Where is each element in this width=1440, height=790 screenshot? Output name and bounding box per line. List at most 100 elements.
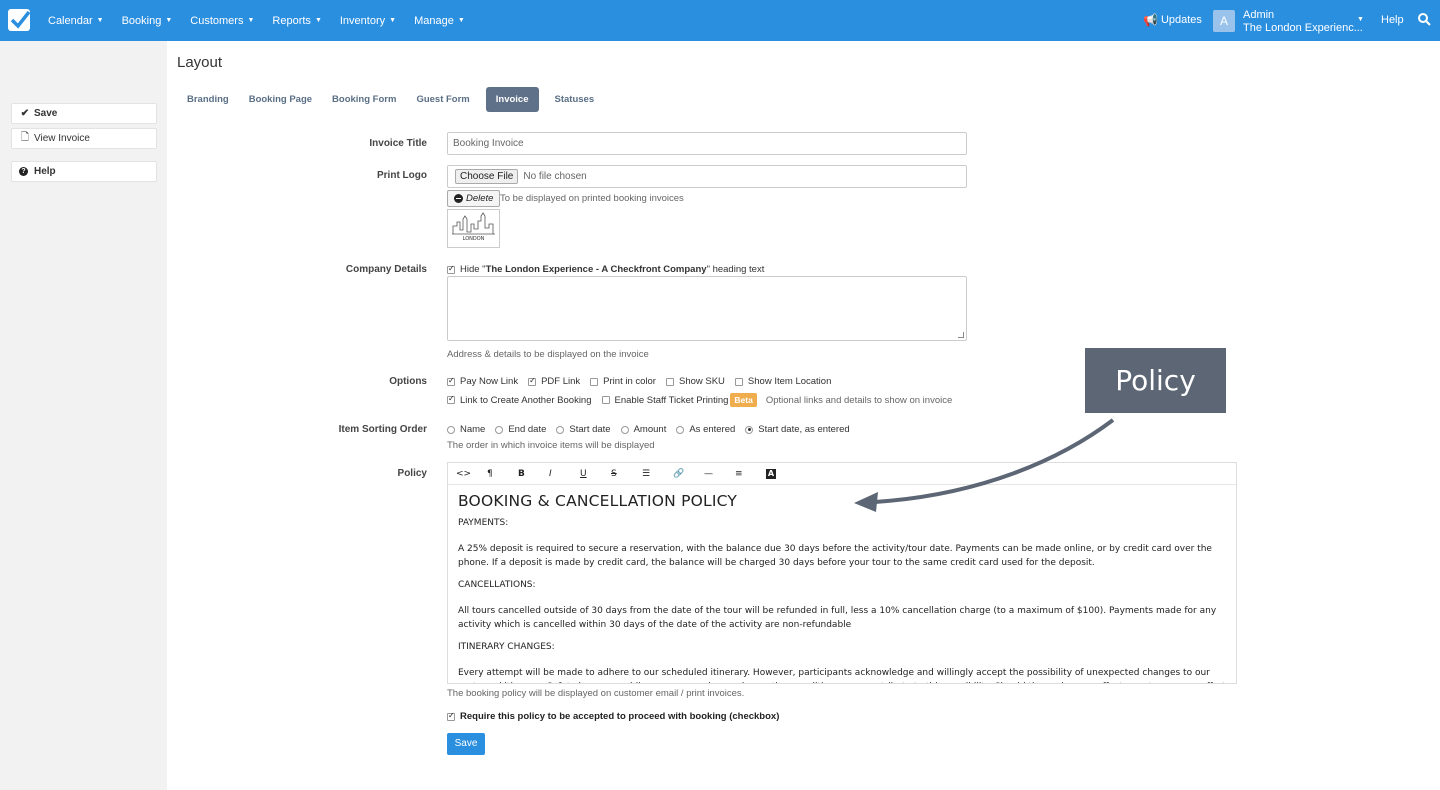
nav-reports[interactable]: Reports ▼ [272,15,321,27]
checkbox[interactable] [734,377,743,386]
sorting-hint: The order in which invoice items will be… [447,440,655,451]
itinerary-text: Every attempt will be made to adhere to … [458,668,1226,683]
option-pay-now-link[interactable]: Pay Now Link [447,376,518,387]
radio[interactable] [556,425,565,434]
sort-as-entered[interactable]: As entered [676,424,735,435]
delete-label: Delete [466,193,494,204]
save-button[interactable]: Save [447,733,485,755]
options-row-1: Pay Now Link PDF Link Print in color Sho… [447,376,841,387]
radio[interactable] [745,425,754,434]
sort-end-date[interactable]: End date [495,424,546,435]
option-show-item-location[interactable]: Show Item Location [734,376,831,387]
nav-calendar[interactable]: Calendar ▼ [48,15,104,27]
underline-icon[interactable]: U [580,469,611,479]
options-row-2: Link to Create Another Booking Enable St… [447,393,952,407]
nav-booking[interactable]: Booking ▼ [122,15,173,27]
tab-booking-page[interactable]: Booking Page [239,87,322,112]
policy-callout: Policy [1085,348,1226,413]
resize-handle-icon[interactable] [958,332,964,338]
sidebar-help-button[interactable]: ? Help [11,161,157,182]
paragraph-icon[interactable]: ¶ [487,469,518,479]
help-link[interactable]: Help [1381,14,1404,26]
logo-thumbnail: LONDON [447,209,500,248]
link-icon[interactable]: 🔗 [673,469,704,479]
option-link-create-booking[interactable]: Link to Create Another Booking [447,394,592,406]
caret-down-icon: ▼ [457,17,465,24]
sort-name[interactable]: Name [447,424,485,435]
invoice-title-input[interactable]: Booking Invoice [447,132,967,155]
company-details-textarea[interactable] [447,276,967,341]
tab-statuses[interactable]: Statuses [545,87,605,112]
bold-icon[interactable]: B [518,469,549,479]
caret-down-icon: ▼ [165,17,173,24]
option-pdf-link[interactable]: PDF Link [528,376,580,387]
nav-label: Inventory [339,14,386,27]
caret-down-icon[interactable]: ▼ [1357,16,1364,23]
option-label: Print in color [603,376,656,387]
user-company[interactable]: The London Experienc... [1243,22,1363,34]
invoice-title-label: Invoice Title [369,138,427,149]
logo-hint: To be displayed on printed booking invoi… [500,193,684,204]
horizontal-rule-icon[interactable]: — [704,469,735,479]
tab-branding[interactable]: Branding [177,87,239,112]
sort-label: As entered [689,424,736,435]
radio[interactable] [676,425,685,434]
beta-badge: Beta [730,393,757,407]
nav-label: Customers [190,14,244,27]
minus-circle-icon [454,194,463,203]
itinerary-heading: ITINERARY CHANGES: [458,642,555,652]
sidebar: ✔ Save 🗋 View Invoice ? Help [0,41,167,790]
sort-start-date[interactable]: Start date [556,424,611,435]
require-policy-option[interactable]: Require this policy to be accepted to pr… [447,711,779,722]
font-color-icon[interactable]: A [766,468,797,479]
nav-manage[interactable]: Manage ▼ [414,15,465,27]
sort-amount[interactable]: Amount [620,424,666,435]
code-view-icon[interactable]: <> [456,469,487,479]
search-icon[interactable] [1418,13,1431,29]
sorting-label: Item Sorting Order [338,424,427,435]
delete-logo-button[interactable]: Delete [447,190,501,207]
radio[interactable] [620,425,629,434]
sidebar-save-button[interactable]: ✔ Save [11,103,157,124]
option-show-sku[interactable]: Show SKU [665,376,725,387]
print-logo-label: Print Logo [377,170,427,181]
nav-label: Reports [272,14,311,27]
document-icon: 🗋 [20,132,30,143]
checkbox[interactable] [447,394,455,404]
checkbox[interactable] [528,376,537,386]
print-logo-file-input[interactable]: Choose File No file chosen [447,165,967,188]
list-icon[interactable]: ☰ [642,469,673,479]
nav-customers[interactable]: Customers ▼ [190,15,254,27]
nav-label: Calendar [48,14,93,27]
user-name[interactable]: Admin [1243,9,1274,21]
checkfront-logo-icon[interactable] [8,9,31,31]
checkbox[interactable] [447,376,455,386]
logo-thumb-text: LONDON [463,236,485,242]
radio[interactable] [447,425,455,434]
option-print-in-color[interactable]: Print in color [590,376,656,387]
checkbox[interactable] [590,377,599,386]
checkbox[interactable] [601,396,610,404]
no-file-text: No file chosen [523,171,587,182]
company-details-label: Company Details [345,264,427,275]
tab-booking-form[interactable]: Booking Form [322,87,406,112]
avatar[interactable]: A [1213,10,1235,32]
checkbox[interactable] [665,377,674,386]
option-staff-ticket-printing[interactable]: Enable Staff Ticket Printing [601,395,728,406]
tab-invoice[interactable]: Invoice [485,87,539,112]
sort-start-date-as-entered[interactable]: Start date, as entered [745,424,850,435]
hide-heading-option[interactable]: Hide "The London Experience - A Checkfro… [447,264,764,275]
hide-heading-checkbox[interactable] [447,264,455,274]
choose-file-button[interactable]: Choose File [455,169,519,184]
italic-icon[interactable]: I [549,469,580,479]
nav-inventory[interactable]: Inventory ▼ [340,15,396,27]
updates-link[interactable]: 📢 Updates [1143,13,1202,27]
require-policy-checkbox[interactable] [447,711,455,721]
sidebar-view-invoice-button[interactable]: 🗋 View Invoice [11,128,157,149]
tab-guest-form[interactable]: Guest Form [406,87,479,112]
radio[interactable] [495,425,504,434]
hide-suffix: " heading text [706,264,765,275]
company-hint: Address & details to be displayed on the… [447,349,649,360]
strikethrough-icon[interactable]: S [611,469,642,479]
align-icon[interactable]: ≡ [735,469,766,479]
